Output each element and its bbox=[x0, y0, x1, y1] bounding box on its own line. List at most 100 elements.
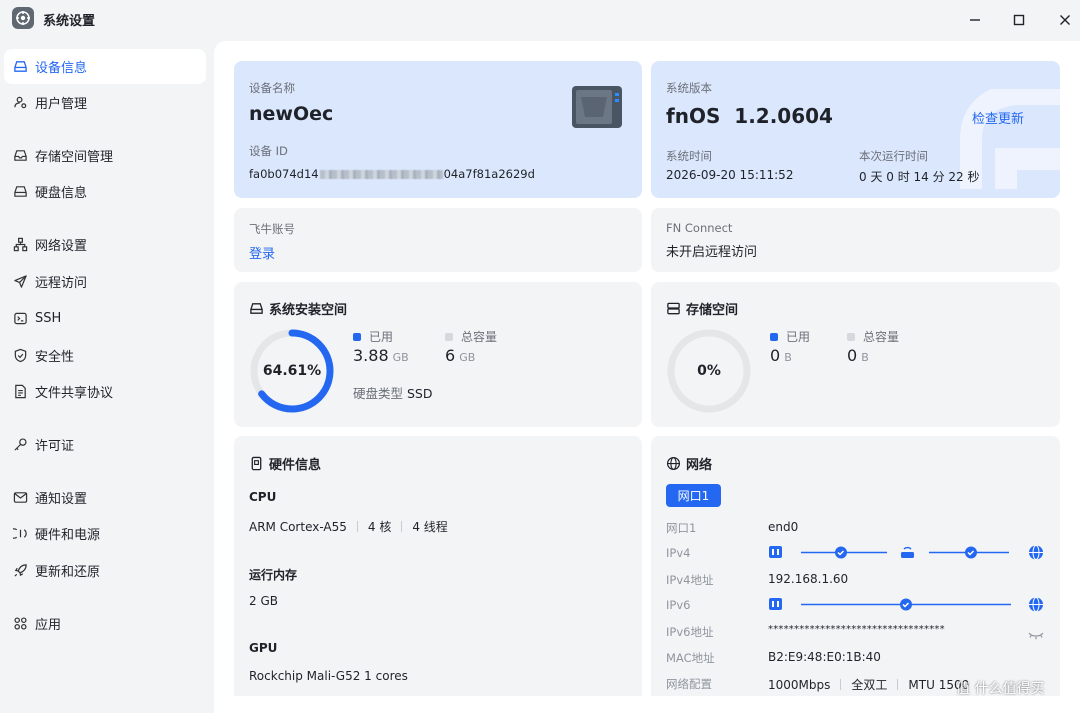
check-icon bbox=[835, 546, 847, 559]
hardware-title: 硬件信息 bbox=[249, 454, 321, 473]
fn-connect-card: FN Connect 未开启远程访问 bbox=[651, 208, 1060, 272]
title-bar: 系统设置 bbox=[0, 0, 1080, 40]
check-icon bbox=[900, 598, 912, 611]
sidebar-item-device-info[interactable]: 设备信息 bbox=[4, 49, 206, 84]
sidebar-item-network-settings[interactable]: 网络设置 bbox=[4, 227, 206, 262]
used-legend: 已用 bbox=[770, 328, 810, 345]
storage-space-title-text: 存储空间 bbox=[686, 303, 739, 318]
sidebar-item-file-sharing[interactable]: 文件共享协议 bbox=[4, 374, 206, 409]
used-number: 0 bbox=[770, 346, 781, 365]
minimize-button[interactable] bbox=[964, 9, 986, 31]
storage-space-card: 存储空间 0% 已用 0B 总容量 0B bbox=[651, 282, 1060, 427]
chip-icon bbox=[249, 456, 264, 471]
account-label: 飞牛账号 bbox=[249, 222, 295, 236]
system-version: fnOS 1.2.0604 bbox=[666, 104, 833, 128]
hard-drive-icon bbox=[12, 59, 28, 75]
sidebar-item-disk-info[interactable]: 硬盘信息 bbox=[4, 174, 206, 209]
sidebar-item-label: 通知设置 bbox=[35, 492, 88, 507]
ipv6-topology bbox=[769, 597, 1043, 612]
close-button[interactable] bbox=[1054, 9, 1076, 31]
network-config-label: 网络配置 bbox=[666, 677, 712, 691]
nas-device-icon bbox=[571, 85, 623, 133]
system-card: 系统版本 fnOS 1.2.0604 检查更新 系统时间 2026-09-20 … bbox=[651, 61, 1060, 198]
used-unit: B bbox=[784, 351, 792, 364]
sidebar-item-apps[interactable]: 应用 bbox=[4, 606, 206, 641]
ipv4-address-label: IPv4地址 bbox=[666, 573, 714, 587]
network-duplex: 全双工 bbox=[851, 678, 888, 692]
settings-app-icon bbox=[12, 7, 34, 29]
network-card: 网络 网口1 网口1 end0 IPv4 IPv4地址 192.168.1.60… bbox=[651, 436, 1060, 696]
device-name: newOec bbox=[249, 103, 334, 125]
sidebar-item-label: 存储空间管理 bbox=[35, 150, 114, 165]
total-legend: 总容量 bbox=[445, 328, 497, 345]
ipv4-topology bbox=[769, 544, 1043, 560]
storage-icon bbox=[12, 148, 28, 164]
key-icon bbox=[12, 437, 28, 453]
cpu-info: ARM Cortex-A55 4 核 4 线程 bbox=[249, 518, 448, 535]
power-icon bbox=[12, 526, 28, 542]
gpu-value: Rockchip Mali-G52 1 cores bbox=[249, 669, 408, 683]
total-unit: GB bbox=[459, 351, 476, 364]
total-legend-label: 总容量 bbox=[461, 330, 498, 344]
sidebar-item-hardware-power[interactable]: 硬件和电源 bbox=[4, 516, 206, 551]
system-space-title: 系统安装空间 bbox=[249, 299, 347, 318]
cpu-threads: 4 线程 bbox=[412, 520, 448, 534]
total-legend-label: 总容量 bbox=[863, 330, 900, 344]
mac-address-label: MAC地址 bbox=[666, 651, 715, 665]
sidebar-item-storage-management[interactable]: 存储空间管理 bbox=[4, 138, 206, 173]
login-link[interactable]: 登录 bbox=[249, 243, 275, 262]
sidebar-item-label: 应用 bbox=[35, 618, 62, 633]
system-space-percent: 64.61% bbox=[262, 363, 322, 379]
device-id-label: 设备 ID bbox=[249, 144, 288, 158]
file-icon bbox=[12, 384, 28, 400]
storage-space-percent: 0% bbox=[697, 363, 721, 379]
total-number: 0 bbox=[847, 346, 858, 365]
ipv6-address-label: IPv6地址 bbox=[666, 625, 714, 639]
sidebar-item-security[interactable]: 安全性 bbox=[4, 338, 206, 373]
hard-drive-icon bbox=[249, 301, 264, 316]
sidebar-item-update-restore[interactable]: 更新和还原 bbox=[4, 553, 206, 588]
used-number: 3.88 bbox=[353, 346, 389, 365]
system-time: 2026-09-20 15:11:52 bbox=[666, 168, 794, 182]
network-icon bbox=[12, 237, 28, 253]
check-update-link[interactable]: 检查更新 bbox=[972, 108, 1024, 127]
window-title: 系统设置 bbox=[43, 14, 96, 29]
storage-space-title: 存储空间 bbox=[666, 299, 738, 318]
network-config: 1000Mbps 全双工 MTU 1500 bbox=[768, 676, 969, 693]
ram-value: 2 GB bbox=[249, 594, 278, 608]
network-title: 网络 bbox=[666, 454, 712, 473]
sidebar-item-license[interactable]: 许可证 bbox=[4, 427, 206, 462]
sidebar-item-user-management[interactable]: 用户管理 bbox=[4, 85, 206, 120]
mac-address: B2:E9:48:E0:1B:40 bbox=[768, 650, 881, 664]
system-space-title-text: 系统安装空间 bbox=[269, 303, 348, 318]
sidebar-item-label: 硬盘信息 bbox=[35, 186, 88, 201]
ethernet-port-icon bbox=[769, 546, 782, 558]
used-unit: GB bbox=[392, 351, 409, 364]
hardware-title-text: 硬件信息 bbox=[269, 458, 322, 473]
sidebar-item-ssh[interactable]: SSH bbox=[4, 301, 206, 336]
globe-icon bbox=[1029, 597, 1043, 612]
system-space-card: 系统安装空间 64.61% 已用 3.88 GB 总容量 6 GB 硬盘类型 SSD bbox=[234, 282, 642, 427]
uptime: 0 天 0 时 14 分 22 秒 bbox=[859, 170, 980, 184]
main-panel: 设备名称 newOec 设备 ID fa0b074d14 04a7f81a262… bbox=[214, 41, 1080, 713]
disk-type-value: SSD bbox=[407, 386, 433, 401]
device-id-suffix: 04a7f81a2629d bbox=[443, 167, 535, 181]
router-icon bbox=[901, 547, 914, 558]
device-id-prefix: fa0b074d14 bbox=[249, 167, 319, 181]
network-speed: 1000Mbps bbox=[768, 678, 831, 692]
eye-hidden-icon[interactable] bbox=[1028, 626, 1044, 645]
tab-port-1[interactable]: 网口1 bbox=[666, 484, 721, 507]
port-label: 网口1 bbox=[666, 521, 697, 535]
maximize-button[interactable] bbox=[1008, 9, 1030, 31]
system-time-label: 系统时间 bbox=[666, 149, 712, 163]
users-icon bbox=[12, 95, 28, 111]
network-title-text: 网络 bbox=[686, 458, 713, 473]
device-id: fa0b074d14 04a7f81a2629d bbox=[249, 167, 535, 181]
sidebar-item-notification[interactable]: 通知设置 bbox=[4, 480, 206, 515]
uptime-label: 本次运行时间 bbox=[859, 149, 928, 163]
sidebar-item-remote-access[interactable]: 远程访问 bbox=[4, 264, 206, 299]
ipv6-label: IPv6 bbox=[666, 598, 691, 612]
used-legend: 已用 bbox=[353, 328, 393, 345]
used-value: 3.88 GB bbox=[353, 346, 409, 365]
total-unit: B bbox=[861, 351, 869, 364]
